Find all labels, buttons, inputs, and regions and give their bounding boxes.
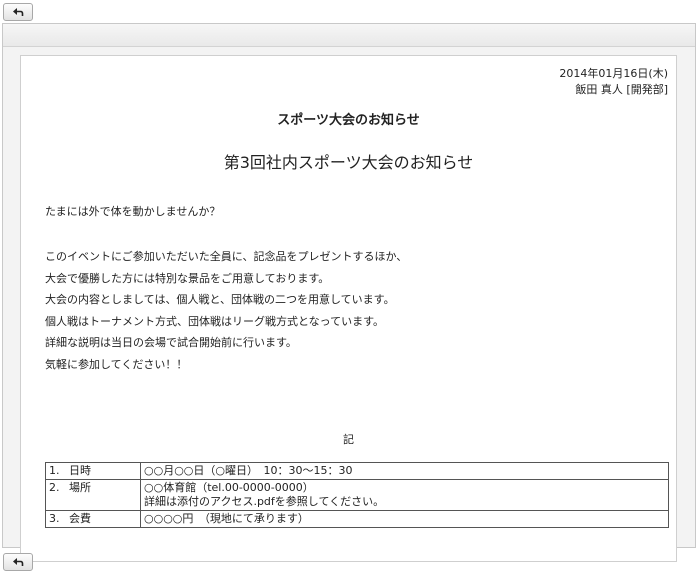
table-row: 1. 日時 ○○月○○日（○曜日） 10：30〜15：30 (45, 462, 669, 480)
ki-heading: 記 (343, 433, 354, 446)
row-label: 2. 場所 (45, 479, 141, 511)
row-label-text: 場所 (69, 481, 91, 494)
row-value: ○○○○円 （現地にて承ります） (140, 510, 669, 528)
document-author: 飯田 真人 [開発部] (575, 83, 668, 96)
back-button-top[interactable] (3, 3, 33, 21)
details-table: 1. 日時 ○○月○○日（○曜日） 10：30〜15：30 2. 場所 ○○体育館（… (45, 462, 669, 528)
body-line: 大会の内容としましては、個人戦と、団体戦の二つを用意しています。 (45, 293, 395, 306)
greeting-text: たまには外で体を動かしませんか？ (45, 205, 221, 218)
body-line: 詳細な説明は当日の会場で試合開始前に行います。 (45, 336, 297, 349)
table-row: 2. 場所 ○○体育館（tel.00-0000-0000） 詳細は添付のアクセス.… (45, 479, 669, 511)
row-number: 1. (49, 464, 60, 477)
back-button-bottom[interactable] (3, 553, 33, 571)
body-line: 気軽に参加してください！！ (45, 357, 188, 371)
body-line: 大会で優勝した方には特別な景品をご用意しております。 (45, 271, 330, 285)
row-label: 1. 日時 (45, 462, 141, 480)
document-frame: 2014年01月16日(木) 飯田 真人 [開発部] スポーツ大会のお知らせ 第… (2, 23, 696, 562)
row-value-line: ○○月○○日（○曜日） 10：30〜15：30 (144, 464, 353, 477)
body-line: 個人戦はトーナメント方式、団体戦はリーグ戦方式となっています。 (45, 314, 385, 328)
body-line: このイベントにご参加いただいた全員に、記念品をプレゼントするほか、 (45, 250, 408, 263)
notice-title: スポーツ大会のお知らせ (277, 113, 420, 128)
row-value: ○○月○○日（○曜日） 10：30〜15：30 (140, 462, 669, 480)
row-value-line: ○○○○円 （現地にて承ります） (144, 512, 309, 525)
table-row: 3. 会費 ○○○○円 （現地にて承ります） (45, 510, 669, 528)
document-meta: 2014年01月16日(木) 飯田 真人 [開発部] (559, 66, 668, 98)
document-page: 2014年01月16日(木) 飯田 真人 [開発部] スポーツ大会のお知らせ 第… (20, 55, 677, 562)
back-arrow-icon (12, 7, 24, 17)
row-value: ○○体育館（tel.00-0000-0000） 詳細は添付のアクセス.pdfを参… (140, 479, 669, 511)
row-label-text: 会費 (69, 512, 91, 525)
row-number: 3. (49, 512, 60, 525)
row-value-line: ○○体育館（tel.00-0000-0000） (144, 481, 314, 494)
body-text: このイベントにご参加いただいた全員に、記念品をプレゼントするほか、 大会で優勝し… (45, 246, 407, 375)
frame-header-bar (3, 24, 695, 47)
row-label: 3. 会費 (45, 510, 141, 528)
row-value-line: 詳細は添付のアクセス.pdfを参照してください。 (144, 495, 385, 508)
row-label-text: 日時 (69, 464, 91, 477)
back-arrow-icon (12, 557, 24, 567)
event-title: 第3回社内スポーツ大会のお知らせ (223, 153, 474, 172)
document-date: 2014年01月16日(木) (559, 67, 668, 80)
row-number: 2. (49, 481, 60, 494)
